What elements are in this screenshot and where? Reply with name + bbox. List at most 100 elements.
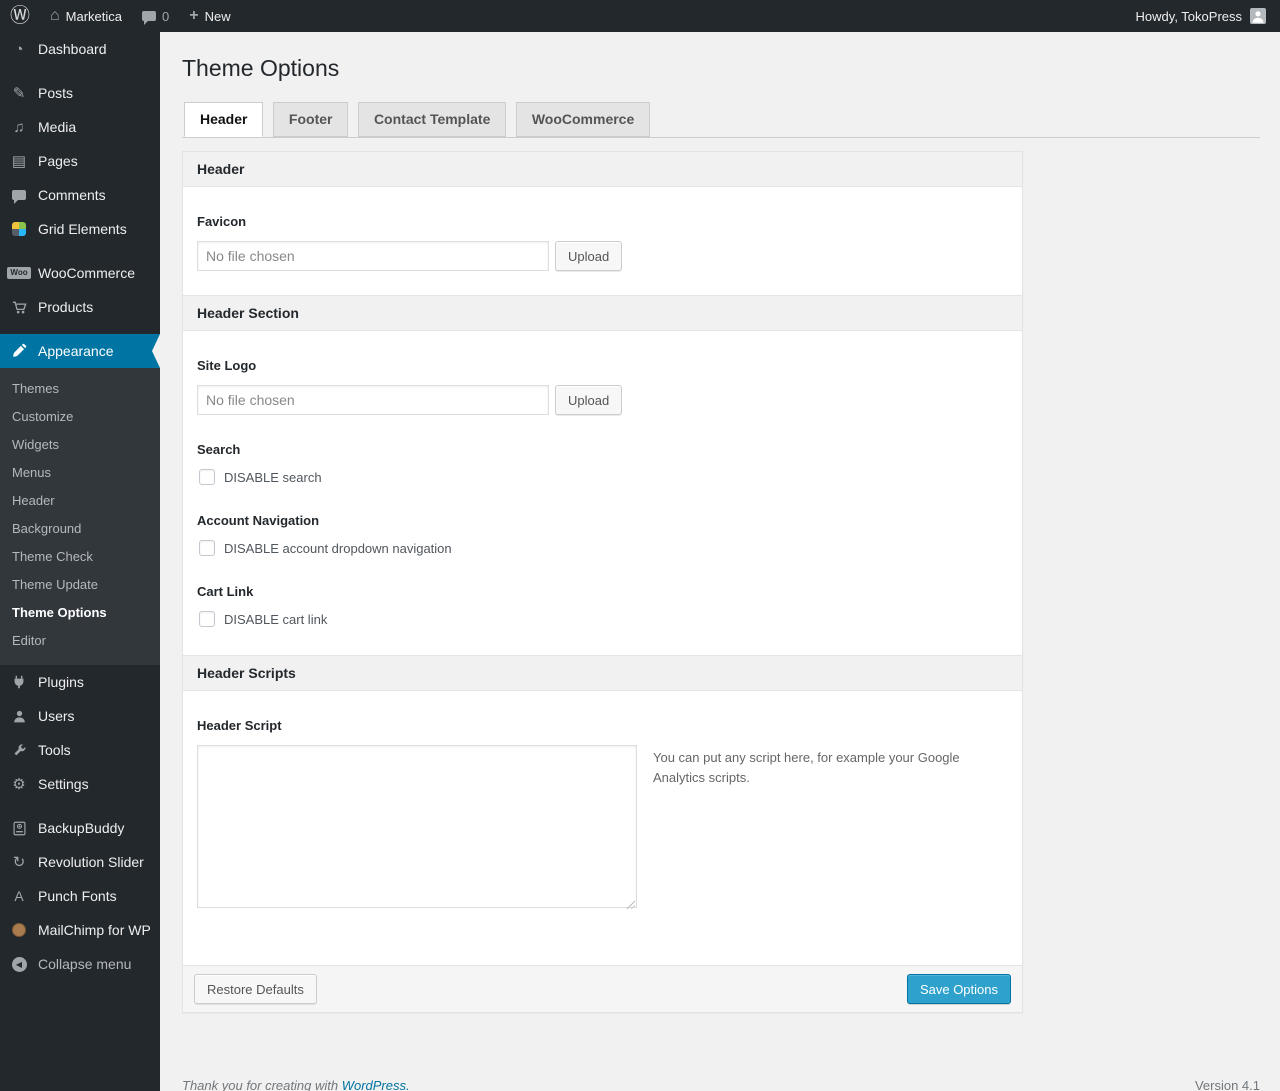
sidebar-item-label: Plugins (38, 674, 84, 690)
favicon-file-input[interactable] (197, 241, 549, 271)
disable-cart-link-checkbox[interactable] (199, 611, 215, 627)
sidebar-item-media[interactable]: ♫ Media (0, 110, 160, 144)
wordpress-logo-icon: Ⓦ (10, 5, 30, 27)
sidebar-item-woocommerce[interactable]: Woo WooCommerce (0, 256, 160, 290)
sidebar-item-label: Pages (38, 153, 78, 169)
letter-a-icon: A (14, 888, 24, 904)
section-header-section-bar: Header Section (183, 295, 1022, 331)
disable-account-nav-checkbox[interactable] (199, 540, 215, 556)
submenu-item-theme-check[interactable]: Theme Check (0, 543, 160, 571)
header-script-textarea[interactable] (197, 745, 637, 908)
section-header: Header (183, 152, 1022, 187)
tab-contact-template[interactable]: Contact Template (357, 102, 507, 137)
sidebar-item-comments[interactable]: Comments (0, 178, 160, 212)
restore-defaults-button[interactable]: Restore Defaults (194, 974, 317, 1004)
home-icon: ⌂ (50, 7, 60, 24)
sidebar-item-posts[interactable]: ✎ Posts (0, 76, 160, 110)
sidebar-item-products[interactable]: Products (0, 290, 160, 324)
sidebar-item-settings[interactable]: ⚙ Settings (0, 767, 160, 801)
site-logo-label: Site Logo (197, 358, 257, 373)
sidebar-item-mailchimp[interactable]: MailChimp for WP (0, 913, 160, 947)
favicon-upload-button[interactable]: Upload (555, 241, 623, 271)
sidebar-item-grid-elements[interactable]: Grid Elements (0, 212, 160, 246)
site-logo-upload-button[interactable]: Upload (555, 385, 623, 415)
sidebar-item-label: Users (38, 708, 75, 724)
submenu-item-theme-update[interactable]: Theme Update (0, 571, 160, 599)
admin-bar: Ⓦ ⌂ Marketica 0 + New Howdy, TokoPress (0, 0, 1280, 32)
site-name-label: Marketica (65, 8, 123, 24)
sidebar-item-appearance[interactable]: Appearance (0, 334, 160, 368)
sidebar-item-label: Comments (38, 187, 106, 203)
submenu-item-themes[interactable]: Themes (0, 375, 160, 403)
wordpress-link[interactable]: WordPress. (342, 1078, 410, 1091)
collapse-menu-label: Collapse menu (38, 956, 132, 972)
submenu-item-editor[interactable]: Editor (0, 627, 160, 655)
new-label: New (204, 8, 231, 24)
submenu-item-customize[interactable]: Customize (0, 403, 160, 431)
section-header-scripts: Header Scripts Header Script You can put… (183, 655, 1022, 913)
sidebar-item-label: Products (38, 299, 94, 315)
avatar (1250, 8, 1266, 24)
submenu-item-theme-options[interactable]: Theme Options (0, 599, 160, 627)
sidebar-item-tools[interactable]: Tools (0, 733, 160, 767)
header-script-help-text: You can put any script here, for example… (653, 750, 960, 786)
sidebar-item-label: Appearance (38, 343, 114, 359)
sidebar-item-label: Settings (38, 776, 89, 792)
plugin-icon (8, 674, 30, 690)
dashboard-icon: ◔ (14, 40, 24, 58)
header-script-textarea-wrap (197, 745, 637, 913)
save-options-button[interactable]: Save Options (906, 974, 1011, 1004)
disable-search-checkbox[interactable] (199, 469, 215, 485)
site-logo-file-input[interactable] (197, 385, 549, 415)
sidebar-item-label: Revolution Slider (38, 854, 144, 870)
page-footer: Thank you for creating with WordPress. V… (182, 1078, 1260, 1091)
footer-version: Version 4.1 (1194, 1078, 1260, 1091)
sidebar-item-label: Media (38, 119, 77, 135)
admin-sidebar: ◔ Dashboard ✎ Posts ♫ Media ▤ Pages Comm… (0, 32, 160, 1091)
sidebar-item-pages[interactable]: ▤ Pages (0, 144, 160, 178)
tab-footer[interactable]: Footer (272, 102, 349, 137)
sidebar-item-plugins[interactable]: Plugins (0, 665, 160, 699)
sidebar-item-label: Dashboard (38, 41, 107, 57)
main-content: Theme Options Header Footer Contact Temp… (160, 32, 1280, 1091)
section-header-section: Header Section Site Logo Upload Search D… (183, 295, 1022, 627)
media-icon: ♫ (13, 118, 25, 136)
submenu-item-widgets[interactable]: Widgets (0, 431, 160, 459)
tab-header[interactable]: Header (184, 102, 264, 137)
site-name-link[interactable]: ⌂ Marketica (40, 0, 132, 32)
sidebar-item-label: BackupBuddy (38, 820, 125, 836)
sidebar-item-backupbuddy[interactable]: BackupBuddy (0, 811, 160, 845)
sidebar-item-punch-fonts[interactable]: A Punch Fonts (0, 879, 160, 913)
disable-account-nav-label: DISABLE account dropdown navigation (224, 540, 452, 556)
howdy-label: Howdy, TokoPress (1135, 8, 1242, 24)
comments-admin-bar-link[interactable]: 0 (132, 0, 179, 32)
cart-icon (8, 299, 30, 316)
theme-options-tabs: Header Footer Contact Template WooCommer… (182, 101, 1260, 138)
tab-woocommerce[interactable]: WooCommerce (515, 102, 651, 137)
disable-search-row: DISABLE search (199, 469, 1008, 485)
submenu-item-background[interactable]: Background (0, 515, 160, 543)
comment-bubble-icon (142, 11, 157, 25)
new-content-menu[interactable]: + New (179, 0, 240, 32)
wordpress-admin-screen: Ⓦ ⌂ Marketica 0 + New Howdy, TokoPress ◔… (0, 0, 1280, 1091)
sidebar-item-dashboard[interactable]: ◔ Dashboard (0, 32, 160, 66)
cycle-arrows-icon: ↻ (12, 854, 26, 871)
comments-icon (8, 190, 30, 204)
appearance-submenu: Themes Customize Widgets Menus Header Ba… (0, 368, 160, 665)
wrench-icon (8, 743, 30, 758)
comments-count: 0 (162, 8, 170, 24)
submenu-item-menus[interactable]: Menus (0, 459, 160, 487)
page-title: Theme Options (182, 55, 340, 81)
section-header-body: Favicon Upload (183, 214, 1022, 271)
collapse-arrow-icon: ◀ (8, 956, 30, 972)
favicon-label: Favicon (197, 214, 247, 229)
mailchimp-monkey-icon (8, 923, 30, 937)
submenu-item-header[interactable]: Header (0, 487, 160, 515)
posts-icon: ✎ (12, 85, 26, 102)
sidebar-item-revolution-slider[interactable]: ↻ Revolution Slider (0, 845, 160, 879)
account-menu[interactable]: Howdy, TokoPress (1122, 8, 1280, 24)
wordpress-logo-menu[interactable]: Ⓦ (0, 0, 40, 32)
panel-footer: Restore Defaults Save Options (183, 965, 1022, 1012)
sidebar-item-users[interactable]: Users (0, 699, 160, 733)
collapse-menu-button[interactable]: ◀ Collapse menu (0, 947, 160, 981)
